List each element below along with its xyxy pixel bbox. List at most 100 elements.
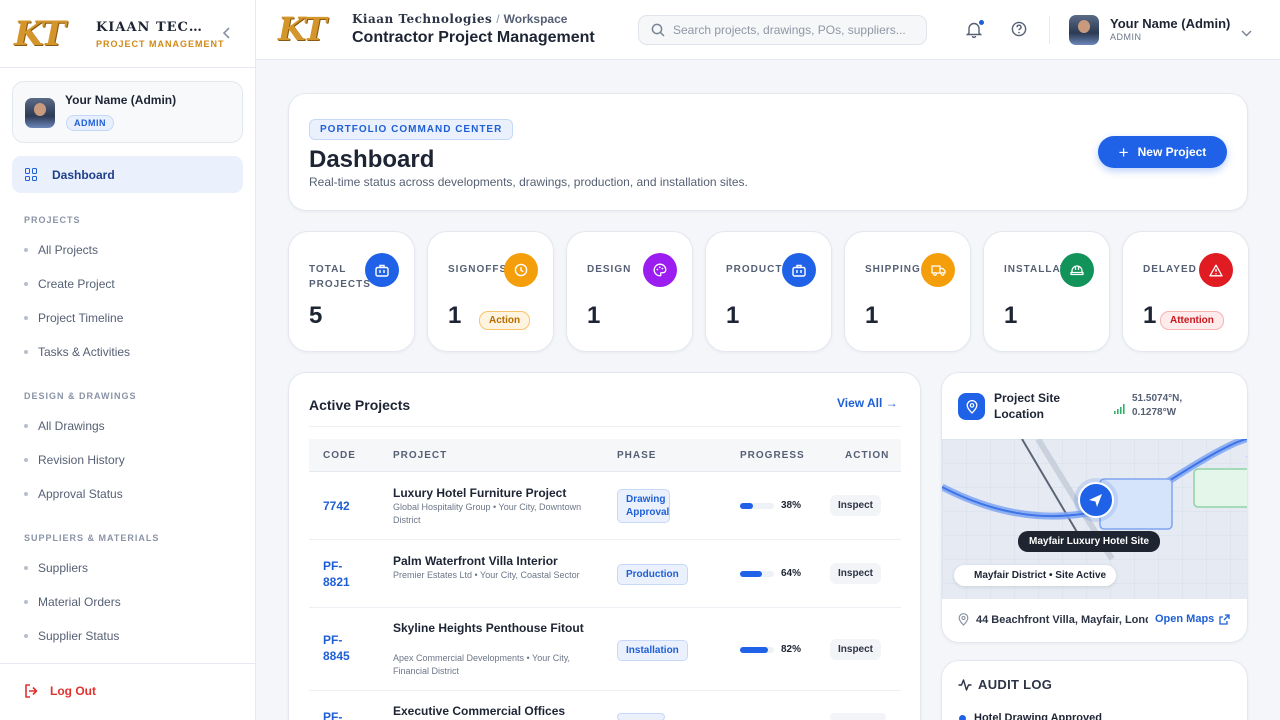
sidebar-item-suppliers[interactable]: Suppliers bbox=[24, 561, 88, 575]
project-code[interactable]: PF-8845 bbox=[323, 632, 357, 664]
table-row[interactable]: 7742 Luxury Hotel Furniture Project Glob… bbox=[309, 472, 901, 540]
dashboard-hero: PORTFOLIO COMMAND CENTER Dashboard Real-… bbox=[288, 93, 1248, 211]
view-all-link[interactable]: View All → bbox=[837, 396, 898, 410]
project-code[interactable]: PF-8821 bbox=[323, 558, 357, 590]
column-header[interactable]: PROJECT bbox=[393, 450, 447, 461]
signal-icon bbox=[1114, 401, 1125, 419]
stat-card-shipping[interactable]: SHIPPING 1 bbox=[844, 231, 971, 352]
audit-entry[interactable]: Hotel Drawing Approved bbox=[974, 712, 1102, 720]
breadcrumb-separator: / bbox=[496, 12, 500, 26]
phase-badge bbox=[617, 713, 665, 720]
sidebar-item-all-drawings[interactable]: All Drawings bbox=[24, 419, 105, 433]
logout-icon bbox=[25, 684, 38, 698]
project-name: Palm Waterfront Villa Interior bbox=[393, 554, 558, 568]
table-row[interactable]: PF- Executive Commercial Offices bbox=[309, 691, 901, 720]
phase-badge: Installation bbox=[617, 640, 688, 661]
sidebar-item-all-projects[interactable]: All Projects bbox=[24, 243, 98, 257]
stat-card-design[interactable]: DESIGN 1 bbox=[566, 231, 693, 352]
sidebar-item-dashboard[interactable]: Dashboard bbox=[12, 156, 243, 193]
stat-card-total-projects[interactable]: TOTAL PROJECTS 5 bbox=[288, 231, 415, 352]
section-heading-design: DESIGN & DRAWINGS bbox=[24, 391, 137, 401]
search-input[interactable] bbox=[673, 23, 913, 37]
dashboard-title: Dashboard bbox=[309, 146, 435, 173]
site-address-text: 44 Beachfront Villa, Mayfair, London bbox=[976, 613, 1148, 626]
stat-label: SHIPPING bbox=[865, 264, 921, 275]
site-coordinates: 51.5074°N, 0.1278°W bbox=[1132, 393, 1183, 418]
chevron-down-icon[interactable] bbox=[1241, 24, 1252, 42]
stat-card-delayed[interactable]: DELAYED 1 Attention bbox=[1122, 231, 1249, 352]
location-pin-icon bbox=[958, 393, 985, 420]
project-code[interactable]: PF- bbox=[323, 709, 357, 720]
stat-value: 1 bbox=[1143, 302, 1157, 329]
progress-bar bbox=[740, 571, 774, 577]
alert-icon bbox=[1199, 253, 1233, 287]
open-maps-link[interactable]: Open Maps bbox=[1155, 613, 1230, 625]
stat-value: 1 bbox=[726, 302, 740, 329]
sidebar-item-project-timeline[interactable]: Project Timeline bbox=[24, 311, 123, 325]
external-link-icon bbox=[1219, 613, 1230, 625]
briefcase-icon bbox=[782, 253, 816, 287]
stat-label: INSTALLATION bbox=[1004, 264, 1088, 275]
collapse-sidebar-icon[interactable] bbox=[222, 26, 232, 42]
notification-dot bbox=[978, 19, 985, 26]
page-title: Contractor Project Management bbox=[352, 29, 595, 46]
header-logo: KT bbox=[278, 10, 350, 48]
action-badge: Action bbox=[479, 311, 531, 330]
sidebar-item-approval-status[interactable]: Approval Status bbox=[24, 487, 123, 501]
stat-card-production[interactable]: PRODUCTION 1 bbox=[705, 231, 832, 352]
new-project-button[interactable]: + New Project bbox=[1098, 136, 1227, 168]
progress-label: 64% bbox=[781, 568, 802, 579]
stat-card-installation[interactable]: INSTALLATION 1 bbox=[983, 231, 1110, 352]
project-meta: Premier Estates Ltd • Your City, Coastal… bbox=[393, 570, 580, 580]
sidebar-item-tasks[interactable]: Tasks & Activities bbox=[24, 345, 130, 359]
column-header[interactable]: CODE bbox=[323, 450, 356, 461]
inspect-button[interactable]: Inspect bbox=[830, 563, 882, 584]
header-user-name: Your Name (Admin) bbox=[1110, 16, 1231, 31]
breadcrumb-company[interactable]: Kiaan Technologies bbox=[352, 12, 492, 26]
brand-subtitle: PROJECT MANAGEMENT bbox=[96, 38, 225, 49]
progress-label: 38% bbox=[781, 500, 802, 511]
progress-fill bbox=[740, 571, 762, 577]
brand[interactable]: KT KIAAN TECHNOLOGIES PROJECT MANAGEMENT bbox=[14, 12, 244, 56]
location-pin-icon bbox=[958, 613, 969, 626]
sidebar-user-card[interactable]: Your Name (Admin) ADMIN bbox=[12, 81, 243, 143]
help-icon[interactable] bbox=[1011, 21, 1027, 42]
table-row[interactable]: PF-8821 Palm Waterfront Villa Interior P… bbox=[309, 540, 901, 608]
plus-icon: + bbox=[1118, 142, 1129, 162]
stat-value: 1 bbox=[587, 302, 601, 329]
dashboard-subtitle: Real-time status across developments, dr… bbox=[309, 175, 748, 189]
stat-label: SIGNOFFS bbox=[448, 264, 508, 275]
column-header[interactable]: ACTION bbox=[845, 450, 889, 461]
project-site-card: Project Site Location 51.5074°N, 0.1278°… bbox=[941, 372, 1248, 643]
project-site-title: Project Site Location bbox=[994, 391, 1061, 421]
active-projects-card: Active Projects View All → CODE PROJECT … bbox=[288, 372, 921, 720]
view-all-label: View All bbox=[837, 396, 883, 410]
stat-card-signoffs[interactable]: SIGNOFFS 1 Action bbox=[427, 231, 554, 352]
logout-button[interactable]: Log Out bbox=[24, 684, 96, 698]
sidebar-item-create-project[interactable]: Create Project bbox=[24, 277, 115, 291]
inspect-button[interactable]: Inspect bbox=[830, 495, 882, 516]
sidebar-item-label: Dashboard bbox=[52, 167, 115, 182]
phase-badge: Drawing Approval bbox=[617, 489, 670, 523]
sidebar-item-supplier-status[interactable]: Supplier Status bbox=[24, 629, 119, 643]
map-area-chip: Mayfair District • Site Active bbox=[954, 565, 1117, 586]
breadcrumb-workspace[interactable]: Workspace bbox=[504, 12, 568, 26]
divider bbox=[0, 663, 256, 664]
audit-log-card: AUDIT LOG Hotel Drawing Approved bbox=[941, 660, 1248, 720]
sidebar-item-revision-history[interactable]: Revision History bbox=[24, 453, 125, 467]
progress-bar bbox=[740, 503, 774, 509]
stat-label: PRODUCTION bbox=[726, 264, 804, 275]
stat-label: DELAYED bbox=[1143, 264, 1197, 275]
sidebar: KT KIAAN TECHNOLOGIES PROJECT MANAGEMENT… bbox=[0, 0, 256, 720]
attention-badge: Attention bbox=[1160, 311, 1224, 330]
column-header[interactable]: PROGRESS bbox=[740, 450, 805, 461]
hardhat-icon bbox=[1060, 253, 1094, 287]
search-bar[interactable] bbox=[638, 15, 927, 45]
inspect-button[interactable] bbox=[830, 713, 886, 720]
sidebar-item-material-orders[interactable]: Material Orders bbox=[24, 595, 121, 609]
table-row[interactable]: PF-8845 Skyline Heights Penthouse Fitout… bbox=[309, 608, 901, 691]
inspect-button[interactable]: Inspect bbox=[830, 639, 882, 660]
project-name: Skyline Heights Penthouse Fitout bbox=[393, 621, 584, 635]
column-header[interactable]: PHASE bbox=[617, 450, 656, 461]
project-code[interactable]: 7742 bbox=[323, 498, 357, 514]
